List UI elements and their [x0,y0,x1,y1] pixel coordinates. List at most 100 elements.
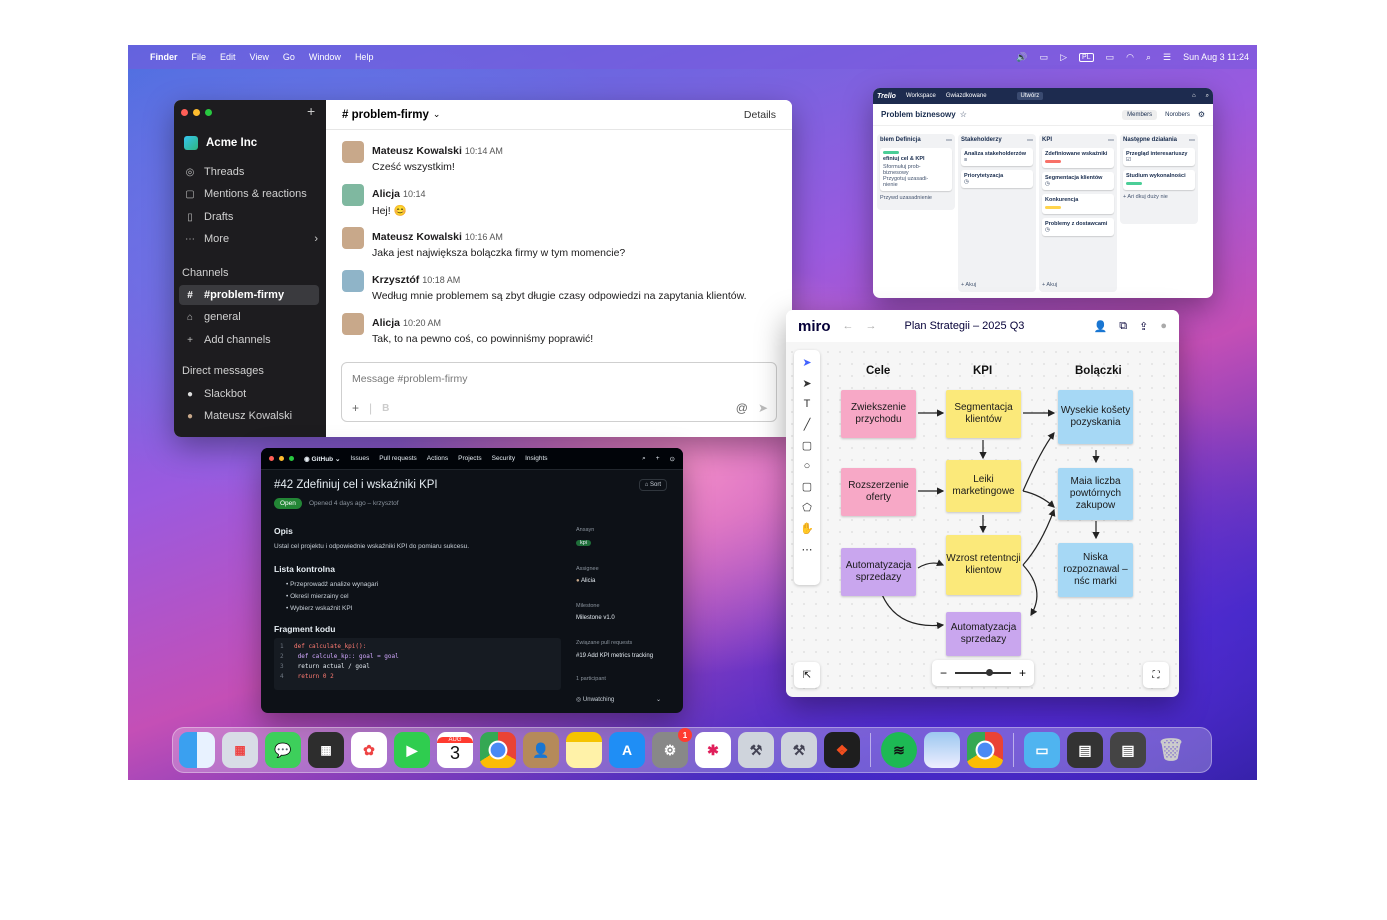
card[interactable]: Problemy z dostawcami ◷ [1042,218,1114,236]
card[interactable]: Konkurencja [1042,194,1114,214]
list-title[interactable]: blem Definicja [880,137,921,144]
list-title[interactable]: KPI [1042,137,1052,144]
play-icon[interactable]: ▷ [1060,52,1067,63]
clock[interactable]: Sun Aug 3 11:24 [1183,52,1249,62]
settings-icon[interactable]: ⚙ [1198,110,1205,119]
preview-icon[interactable] [924,732,960,768]
message-author[interactable]: Alicja [372,188,400,200]
message-input[interactable]: Message #problem-firmy [352,373,468,385]
star-icon[interactable]: ☆ [960,110,967,119]
control-center-icon[interactable]: ☰ [1163,52,1171,63]
system-settings-icon[interactable]: ⚙ 1 [652,728,692,768]
sidebar-item-drafts[interactable]: ▯ Drafts [184,207,318,227]
app-store-icon[interactable]: A [609,732,645,768]
sticky-note[interactable]: Wysekie košety pozyskania [1058,390,1133,444]
message-author[interactable]: Krzysztóf [372,274,419,286]
notes-icon[interactable] [566,732,602,768]
utility-icon-2[interactable]: ⚒ [781,732,817,768]
sidebar-item-slackbot[interactable]: ● Slackbot [184,384,318,404]
milestone[interactable]: Milestone v1.0 [576,615,615,621]
card[interactable]: Zdefiniowane wskaźniki [1042,148,1114,168]
sticky-note[interactable]: Segmentacja klientów [946,390,1021,438]
nav-actions[interactable]: Actions [427,455,448,462]
sidebar-item-problem-firmy[interactable]: # #problem-firmy [179,285,319,305]
send-icon[interactable]: ➤ [758,401,768,415]
label-badge[interactable]: kpi [576,540,592,546]
message-author[interactable]: Alicja [372,317,400,329]
list-title[interactable]: Następne działania [1123,137,1177,144]
more-icon[interactable]: ⋯ [1027,137,1033,144]
zoom-slider-knob[interactable] [985,669,993,676]
more-icon[interactable]: ⋯ [1108,137,1114,144]
menu-window[interactable]: Window [309,52,341,62]
search-icon[interactable]: ⌕ [1206,93,1209,100]
create-button[interactable]: Utwórz [1016,92,1044,100]
contacts-icon[interactable]: 👤 [523,732,559,768]
list-title[interactable]: Stakeholderzy [961,137,1002,144]
sidebar-item-threads[interactable]: ◎ Threads [184,162,318,182]
zoom-button[interactable] [289,456,294,461]
nav-security[interactable]: Security [492,455,515,462]
calendar-icon[interactable]: AUG 3 [437,732,473,768]
trello-logo[interactable]: Trello [877,93,896,100]
chrome-icon[interactable] [480,732,516,768]
menu-go[interactable]: Go [283,52,295,62]
bold-icon[interactable]: B [382,403,389,414]
checklist-item[interactable]: • Określ mierzainy cel [286,593,349,600]
facetime-icon[interactable]: ▶ [394,732,430,768]
display-icon[interactable]: ▭ [1040,52,1049,63]
folder-icon[interactable]: ▭ [1024,732,1060,768]
bell-icon[interactable]: ⌂ [1192,93,1196,99]
messages-icon[interactable]: 💬 [265,732,301,768]
add-card-button[interactable]: + Ari dkuj duży nie [1123,194,1195,200]
card[interactable]: efiniuj cel & KPI Sformułuj prob-bizneso… [880,148,952,191]
checklist-item[interactable]: • Przeprowadź analize wynagari [286,581,378,588]
menu-finder[interactable]: Finder [150,52,178,62]
zoom-out-button[interactable]: − [940,666,947,680]
wifi-icon[interactable]: ◠ [1126,52,1134,63]
sticky-note[interactable]: Niska rozpoznawal – nśc marki [1058,543,1133,597]
workspace-name[interactable]: Acme Inc [184,136,257,150]
sort-button[interactable]: ⌂ Sort [638,479,667,491]
members-button[interactable]: Members [1122,109,1158,120]
zoom-in-button[interactable]: + [1019,666,1026,680]
menu-view[interactable]: View [250,52,269,62]
dm-header[interactable]: Direct messages [182,365,264,377]
compose-icon[interactable]: + [307,103,315,119]
sticky-note[interactable]: Leiki marketingowe [946,460,1021,512]
sticky-note[interactable]: Automatyzacja sprzedazy [946,612,1021,656]
avatar[interactable] [342,227,364,249]
chrome-icon[interactable] [967,732,1003,768]
minimize-button[interactable] [193,109,200,116]
fullscreen-icon[interactable]: ⛶ [1143,662,1169,688]
spotify-icon[interactable]: ≋ [881,732,917,768]
photos-icon[interactable]: ✿ [351,732,387,768]
avatar[interactable] [342,270,364,292]
channels-header[interactable]: Channels [182,267,228,279]
message-author[interactable]: Mateusz Kowalski [372,145,462,157]
avatar[interactable] [342,184,364,206]
sidebar-item-general[interactable]: ⌂ general [184,307,318,327]
minimize-button[interactable] [279,456,284,461]
input-language[interactable]: PL [1079,52,1094,62]
sticky-note[interactable]: Maia liczba powtórnych zakupow [1058,468,1133,520]
linked-pull-request[interactable]: #19 Add KPI metrics tracking [576,653,653,659]
more-icon[interactable]: ⋯ [1189,137,1195,144]
message-author[interactable]: Mateusz Kowalski [372,231,462,243]
menu-edit[interactable]: Edit [220,52,236,62]
sidebar-item-add-channels[interactable]: + Add channels [184,330,318,350]
calculator-icon[interactable]: ▦ [308,732,344,768]
minimap-icon[interactable]: ⇱ [794,662,820,688]
nav-pull-requests[interactable]: Pull requests [379,455,417,462]
nav-workspace[interactable]: Workspace [906,93,936,99]
sticky-note[interactable]: Rozszerzenie oferty [841,468,916,516]
menu-help[interactable]: Help [355,52,374,62]
figma-icon[interactable]: ❖ [824,732,860,768]
unwatch-button[interactable]: ◎ Unwatching ⌄ [576,696,661,703]
zoom-slider[interactable] [955,669,1011,676]
menu-file[interactable]: File [192,52,207,62]
nav-issues[interactable]: Issues [350,455,369,462]
mention-icon[interactable]: @ [736,401,748,415]
avatar[interactable] [342,313,364,335]
search-icon[interactable]: ⌕ [642,455,646,463]
